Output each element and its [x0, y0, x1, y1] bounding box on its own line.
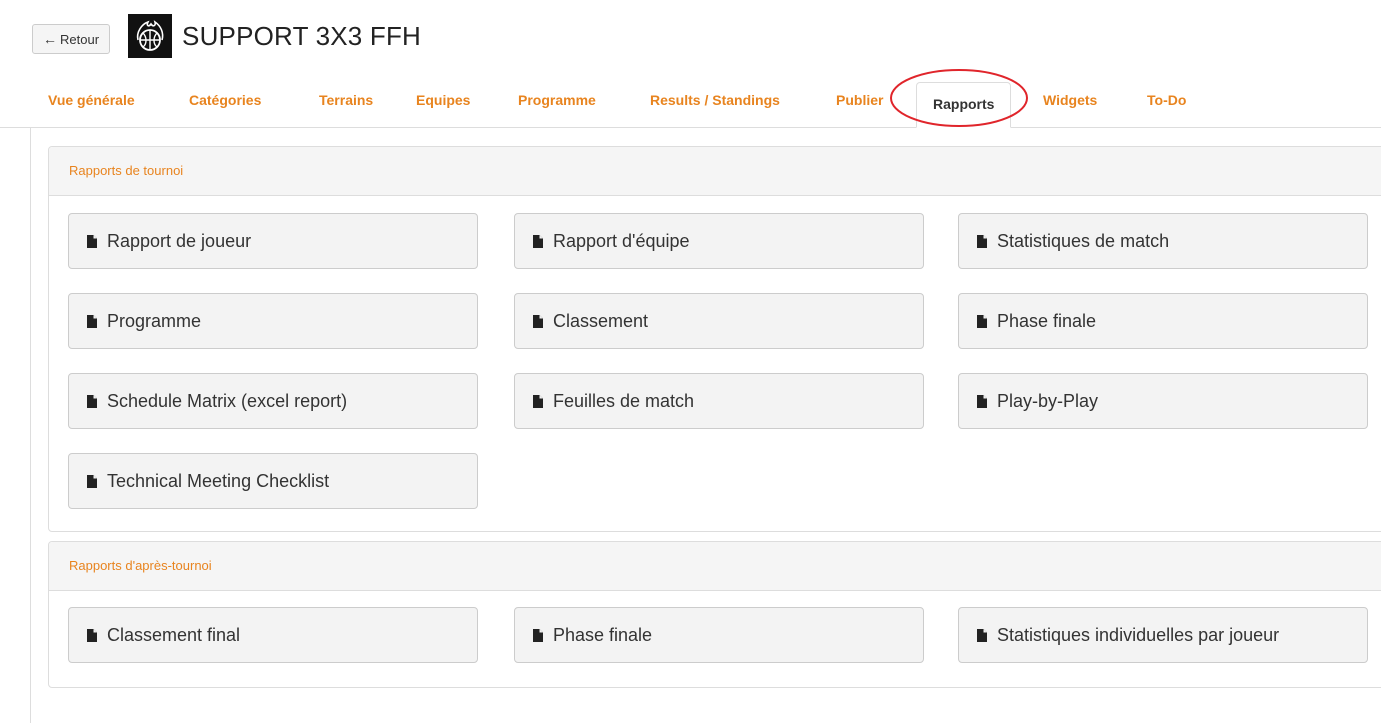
report-label: Classement final — [107, 624, 241, 645]
file-icon — [87, 394, 97, 408]
file-icon — [533, 628, 543, 642]
report-button-team[interactable]: Rapport d'équipe — [514, 213, 924, 269]
report-button-post-final-phase[interactable]: Phase finale — [514, 607, 924, 663]
report-label: Rapport d'équipe — [553, 230, 690, 251]
file-icon — [87, 234, 97, 248]
arrow-left-icon: ← — [43, 31, 57, 47]
file-icon — [87, 628, 97, 642]
tab-publier[interactable]: Publier — [836, 92, 883, 108]
report-button-match-stats[interactable]: Statistiques de match — [958, 213, 1368, 269]
report-button-programme[interactable]: Programme — [68, 293, 478, 349]
basketball-flame-icon — [128, 14, 173, 58]
tab-widgets[interactable]: Widgets — [1043, 92, 1097, 108]
tab-vue-generale[interactable]: Vue générale — [48, 92, 135, 108]
file-icon — [87, 314, 97, 328]
report-button-individual-stats[interactable]: Statistiques individuelles par joueur — [958, 607, 1368, 663]
report-label: Schedule Matrix (excel report) — [107, 390, 348, 411]
tab-categories[interactable]: Catégories — [189, 92, 261, 108]
report-label: Programme — [107, 310, 202, 331]
report-label: Statistiques de match — [997, 230, 1170, 251]
page-header: ← Retour SUPPORT 3X3 FFH — [32, 12, 421, 60]
file-icon — [977, 234, 987, 248]
file-icon — [977, 628, 987, 642]
file-icon — [533, 314, 543, 328]
report-button-final-phase[interactable]: Phase finale — [958, 293, 1368, 349]
report-button-final-standings[interactable]: Classement final — [68, 607, 478, 663]
tab-bar: Vue générale Catégories Terrains Equipes… — [0, 76, 1381, 128]
report-button-technical-meeting[interactable]: Technical Meeting Checklist — [68, 453, 478, 509]
back-button[interactable]: ← Retour — [32, 24, 111, 54]
report-label: Statistiques individuelles par joueur — [997, 624, 1280, 645]
report-button-play-by-play[interactable]: Play-by-Play — [958, 373, 1368, 429]
panel-heading: Rapports d'après-tournoi — [49, 542, 1381, 591]
file-icon — [977, 394, 987, 408]
report-button-standings[interactable]: Classement — [514, 293, 924, 349]
page: ← Retour SUPPORT 3X3 FFH Vue générale Ca… — [0, 0, 1381, 723]
tab-rapports[interactable]: Rapports — [916, 82, 1012, 128]
panel-tournament-reports: Rapports de tournoi Rapport de joueur Ra… — [48, 146, 1381, 532]
report-button-schedule-matrix[interactable]: Schedule Matrix (excel report) — [68, 373, 478, 429]
file-icon — [977, 314, 987, 328]
report-label: Play-by-Play — [997, 390, 1099, 411]
report-label: Phase finale — [553, 624, 653, 645]
report-label: Rapport de joueur — [107, 230, 252, 251]
tab-results-standings[interactable]: Results / Standings — [650, 92, 780, 108]
tab-programme[interactable]: Programme — [518, 92, 596, 108]
report-button-player[interactable]: Rapport de joueur — [68, 213, 478, 269]
report-label: Technical Meeting Checklist — [107, 470, 330, 491]
tab-to-do[interactable]: To-Do — [1147, 92, 1186, 108]
page-title: SUPPORT 3X3 FFH — [182, 20, 422, 51]
file-icon — [533, 394, 543, 408]
tab-terrains[interactable]: Terrains — [319, 92, 373, 108]
report-label: Feuilles de match — [553, 390, 695, 411]
report-label: Classement — [553, 310, 649, 331]
report-button-score-sheets[interactable]: Feuilles de match — [514, 373, 924, 429]
report-label: Phase finale — [997, 310, 1097, 331]
file-icon — [533, 234, 543, 248]
panel-post-tournament-reports: Rapports d'après-tournoi Classement fina… — [48, 541, 1381, 688]
file-icon — [87, 474, 97, 488]
tab-equipes[interactable]: Equipes — [416, 92, 470, 108]
panel-heading: Rapports de tournoi — [49, 147, 1381, 196]
back-label: Retour — [60, 31, 100, 47]
